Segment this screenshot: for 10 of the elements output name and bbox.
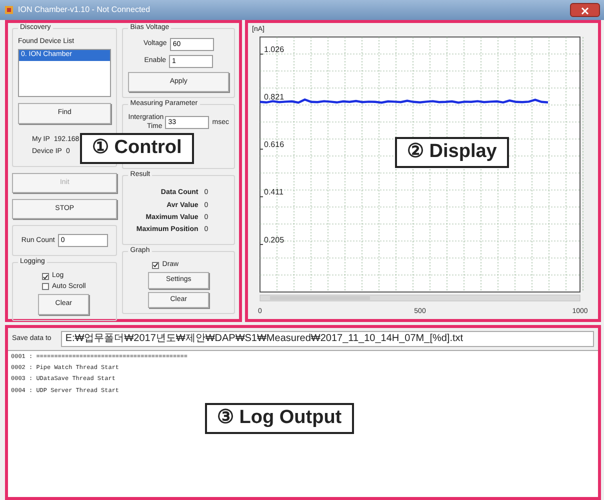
y-tick-label: 0.821 [264, 93, 284, 102]
callout-label: ③ Log Output [205, 403, 354, 434]
y-tick-label: 0.411 [264, 188, 284, 198]
y-tick-label: 0.205 [264, 236, 284, 245]
window-title: ION Chamber-v1.10 - Not Connected [18, 5, 150, 15]
callout-label: ② Display [395, 137, 509, 168]
y-tick-label: 1.026 [264, 46, 284, 55]
y-tick-label: 0.616 [264, 140, 284, 150]
path-field[interactable]: E:₩업무폴더₩2017년도₩제안₩DAP₩S1₩Measured₩2017_11_10_14H_07M_[%d].txt [61, 331, 594, 347]
callout-label: ① Control [80, 133, 194, 164]
